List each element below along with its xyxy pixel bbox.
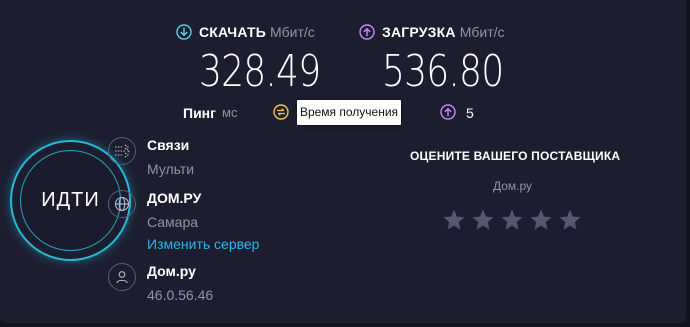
provider-title: Дом.ру [147,263,196,279]
upload-ping-icon[interactable] [440,104,456,120]
upload-unit: Мбит/с [459,24,505,40]
upload-value: 536.80 [382,46,504,97]
speedtest-panel: СКАЧАТЬ Мбит/с 328.49 ЗАГРУЗКА Мбит/с 53… [0,0,686,323]
upload-metric: ЗАГРУЗКА Мбит/с 536.80 [359,22,530,94]
server-location: Самара [147,214,199,230]
star-icon[interactable] [558,208,582,232]
rating-stars [442,208,582,232]
download-unit: Мбит/с [269,24,315,40]
upload-ping-value: 5 [466,105,474,121]
star-icon[interactable] [500,208,524,232]
latency-tooltip: Время получения [297,100,401,125]
rate-provider-isp: Дом.ру [493,179,533,193]
jitter-icon[interactable] [273,104,289,120]
upload-header: ЗАГРУЗКА Мбит/с [359,22,530,42]
globe-icon [108,190,136,218]
server-title: ДОМ.РУ [147,190,202,206]
ping-unit: мс [222,105,238,120]
download-arrow-icon [176,24,192,40]
user-icon [108,263,136,291]
upload-label: ЗАГРУЗКА [382,24,456,40]
go-button[interactable]: ИДТИ [20,150,121,251]
star-icon[interactable] [442,208,466,232]
rate-provider-title: ОЦЕНИТЕ ВАШЕГО ПОСТАВЩИКА [410,149,621,163]
download-metric: СКАЧАТЬ Мбит/с 328.49 [176,22,347,94]
change-server-link[interactable]: Изменить сервер [147,236,259,252]
download-header: СКАЧАТЬ Мбит/с [176,22,347,42]
provider-ip: 46.0.56.46 [147,287,214,303]
connections-title: Связи [147,137,190,153]
download-value: 328.49 [199,46,321,97]
star-icon[interactable] [471,208,495,232]
connections-icon [108,137,136,165]
ping-label: Пинг [183,105,216,121]
connections-value: Мульти [147,161,195,177]
download-label: СКАЧАТЬ [199,24,266,40]
star-icon[interactable] [529,208,553,232]
upload-arrow-icon [359,24,375,40]
